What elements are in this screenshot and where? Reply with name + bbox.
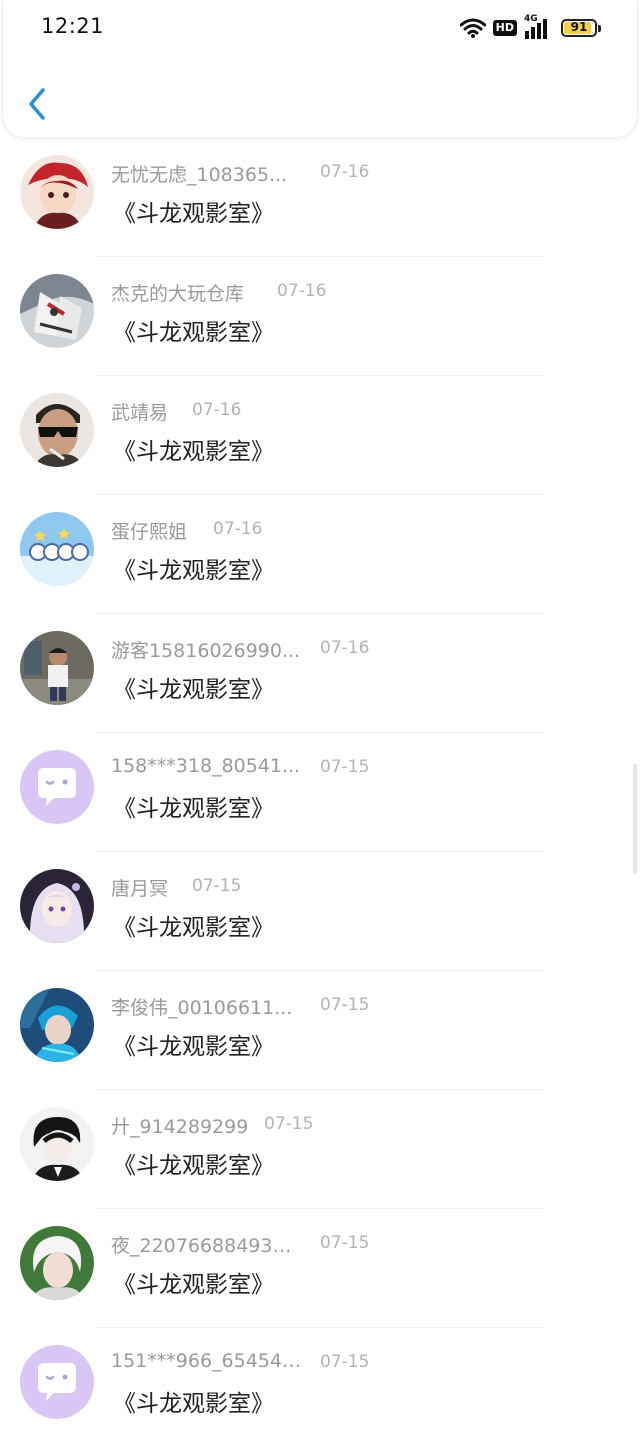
message-text: 《斗龙观影室》 [113, 796, 274, 822]
avatar[interactable] [20, 512, 94, 586]
list-item[interactable]: 游客15816026990... 07-16 《斗龙观影室》 [0, 614, 640, 733]
message-date: 07-16 [213, 519, 263, 539]
message-date: 07-16 [320, 162, 370, 182]
scrollbar[interactable] [633, 764, 637, 874]
avatar[interactable] [20, 750, 94, 824]
message-date: 07-15 [264, 1114, 314, 1134]
user-name: 武靖易 [111, 402, 169, 424]
avatar[interactable] [20, 1345, 94, 1419]
user-name: 杰克的大玩仓库 [111, 283, 245, 305]
list-item[interactable]: 夜_220766884938... 07-15 《斗龙观影室》 [0, 1209, 640, 1328]
message-text: 《斗龙观影室》 [113, 1034, 274, 1060]
user-name: 夜_220766884938... [111, 1235, 301, 1257]
avatar[interactable] [20, 869, 94, 943]
avatar[interactable] [20, 155, 94, 229]
message-text: 《斗龙观影室》 [113, 1153, 274, 1179]
top-bar: 12:21 HD 4G 91 [2, 0, 638, 138]
user-name: 无忧无虑_108365... [111, 164, 288, 186]
avatar[interactable] [20, 393, 94, 467]
status-icons: HD 4G 91 [459, 14, 601, 42]
signal-icon: 4G [524, 14, 554, 40]
battery-level: 91 [570, 20, 588, 34]
message-text: 《斗龙观影室》 [113, 439, 274, 465]
message-text: 《斗龙观影室》 [113, 677, 274, 703]
message-date: 07-15 [320, 1233, 370, 1253]
list-item[interactable]: 武靖易 07-16 《斗龙观影室》 [0, 376, 640, 495]
battery-icon: 91 [561, 19, 601, 37]
back-button[interactable] [23, 84, 53, 124]
avatar[interactable] [20, 988, 94, 1062]
list-item[interactable]: 蛋仔熙姐 07-16 《斗龙观影室》 [0, 495, 640, 614]
user-name: 唐月冥 [111, 878, 169, 900]
message-date: 07-15 [320, 995, 370, 1015]
message-date: 07-15 [192, 876, 242, 896]
avatar[interactable] [20, 631, 94, 705]
list-item[interactable]: 杰克的大玩仓库 07-16 《斗龙观影室》 [0, 257, 640, 376]
user-name: 158***318_80541... [111, 755, 301, 777]
wifi-icon [459, 18, 486, 38]
avatar[interactable] [20, 274, 94, 348]
message-text: 《斗龙观影室》 [113, 1391, 274, 1417]
list-item[interactable]: 李俊伟_00106611... 07-15 《斗龙观影室》 [0, 971, 640, 1090]
list-item[interactable]: 唐月冥 07-15 《斗龙观影室》 [0, 852, 640, 971]
message-date: 07-15 [320, 1352, 370, 1372]
user-name: 游客15816026990... [111, 640, 301, 662]
message-text: 《斗龙观影室》 [113, 1272, 274, 1298]
list-item[interactable]: 151***966_654546... 07-15 《斗龙观影室》 [0, 1328, 640, 1447]
list-item[interactable]: 无忧无虑_108365... 07-16 《斗龙观影室》 [0, 138, 640, 257]
list-item[interactable]: 158***318_80541... 07-15 《斗龙观影室》 [0, 733, 640, 852]
user-name: 李俊伟_00106611... [111, 997, 293, 1019]
avatar[interactable] [20, 1226, 94, 1300]
message-date: 07-15 [320, 757, 370, 777]
message-text: 《斗龙观影室》 [113, 915, 274, 941]
user-name: 蛋仔熙姐 [111, 521, 188, 543]
message-date: 07-16 [320, 638, 370, 658]
message-text: 《斗龙观影室》 [113, 320, 274, 346]
chevron-left-icon [29, 88, 45, 120]
status-time: 12:21 [41, 14, 105, 38]
user-name: 廾_914289299 [111, 1116, 249, 1138]
message-text: 《斗龙观影室》 [113, 558, 274, 584]
user-name: 151***966_654546... [111, 1350, 301, 1372]
avatar[interactable] [20, 1107, 94, 1181]
message-date: 07-16 [192, 400, 242, 420]
message-text: 《斗龙观影室》 [113, 201, 274, 227]
list-item[interactable]: 廾_914289299 07-15 《斗龙观影室》 [0, 1090, 640, 1209]
message-date: 07-16 [277, 281, 327, 301]
hd-icon: HD [492, 20, 517, 36]
